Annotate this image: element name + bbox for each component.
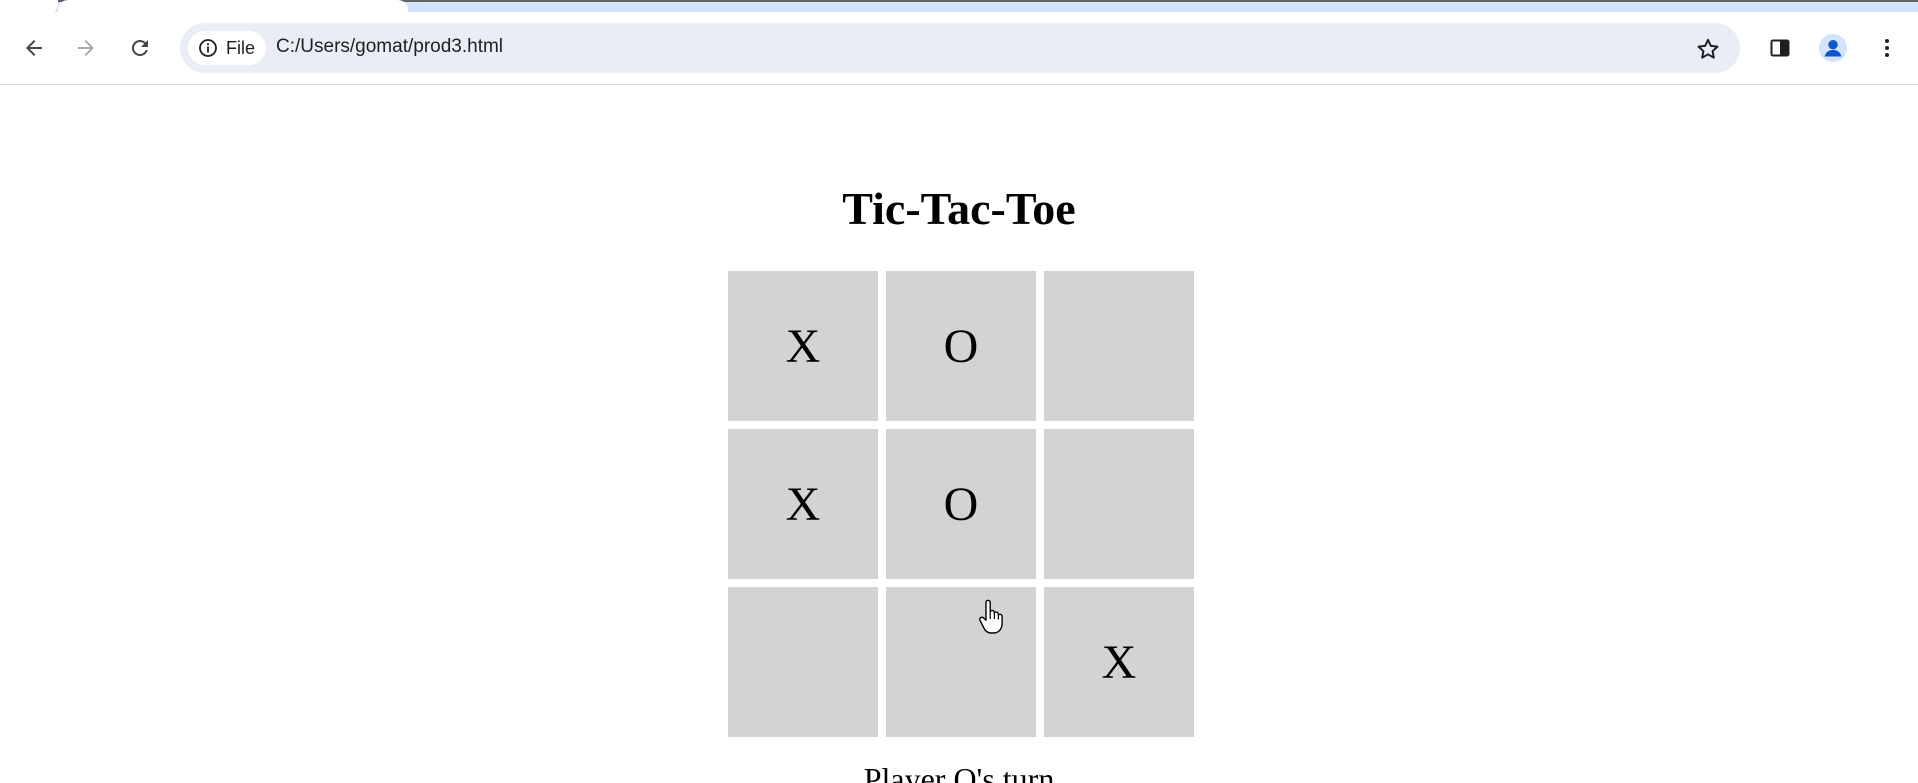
browser-menu-button[interactable] bbox=[1871, 32, 1903, 64]
side-panel-button[interactable] bbox=[1764, 32, 1796, 64]
board-cell[interactable] bbox=[728, 587, 878, 737]
board-cell[interactable]: O bbox=[886, 429, 1036, 579]
arrow-left-icon bbox=[26, 40, 42, 56]
profile-avatar-icon bbox=[1818, 33, 1848, 63]
address-bar[interactable]: File C:/Users/gomat/prod3.html bbox=[180, 23, 1740, 73]
site-info-chip[interactable]: File bbox=[188, 31, 266, 65]
board-cell[interactable]: O bbox=[886, 271, 1036, 421]
board-cell[interactable] bbox=[1044, 429, 1194, 579]
info-icon bbox=[198, 38, 218, 58]
reload-button[interactable] bbox=[124, 32, 156, 64]
back-button[interactable] bbox=[18, 32, 50, 64]
board-cell[interactable] bbox=[1044, 271, 1194, 421]
bookmark-button[interactable] bbox=[1694, 35, 1722, 63]
arrow-right-icon bbox=[78, 40, 94, 56]
site-chip-label: File bbox=[226, 37, 256, 58]
board-cell[interactable]: X bbox=[728, 429, 878, 579]
browser-toolbar: File C:/Users/gomat/prod3.html bbox=[0, 12, 1918, 85]
game-board: X O X O X bbox=[728, 271, 1194, 737]
kebab-menu-icon bbox=[1885, 39, 1889, 57]
star-icon bbox=[1697, 38, 1719, 59]
page-viewport: Tic-Tac-Toe X O X O X Player O's turn bbox=[0, 85, 1918, 783]
forward-button[interactable] bbox=[70, 32, 102, 64]
turn-status: Player O's turn bbox=[863, 761, 1055, 783]
profile-button[interactable] bbox=[1817, 32, 1849, 64]
url-text[interactable]: C:/Users/gomat/prod3.html bbox=[276, 36, 503, 58]
side-panel-icon bbox=[1770, 39, 1790, 57]
reload-icon bbox=[131, 39, 148, 56]
page-title: Tic-Tac-Toe bbox=[842, 183, 1076, 234]
board-cell[interactable]: X bbox=[728, 271, 878, 421]
board-cell[interactable] bbox=[886, 587, 1036, 737]
board-cell[interactable]: X bbox=[1044, 587, 1194, 737]
hand-pointer-icon bbox=[979, 599, 1003, 634]
